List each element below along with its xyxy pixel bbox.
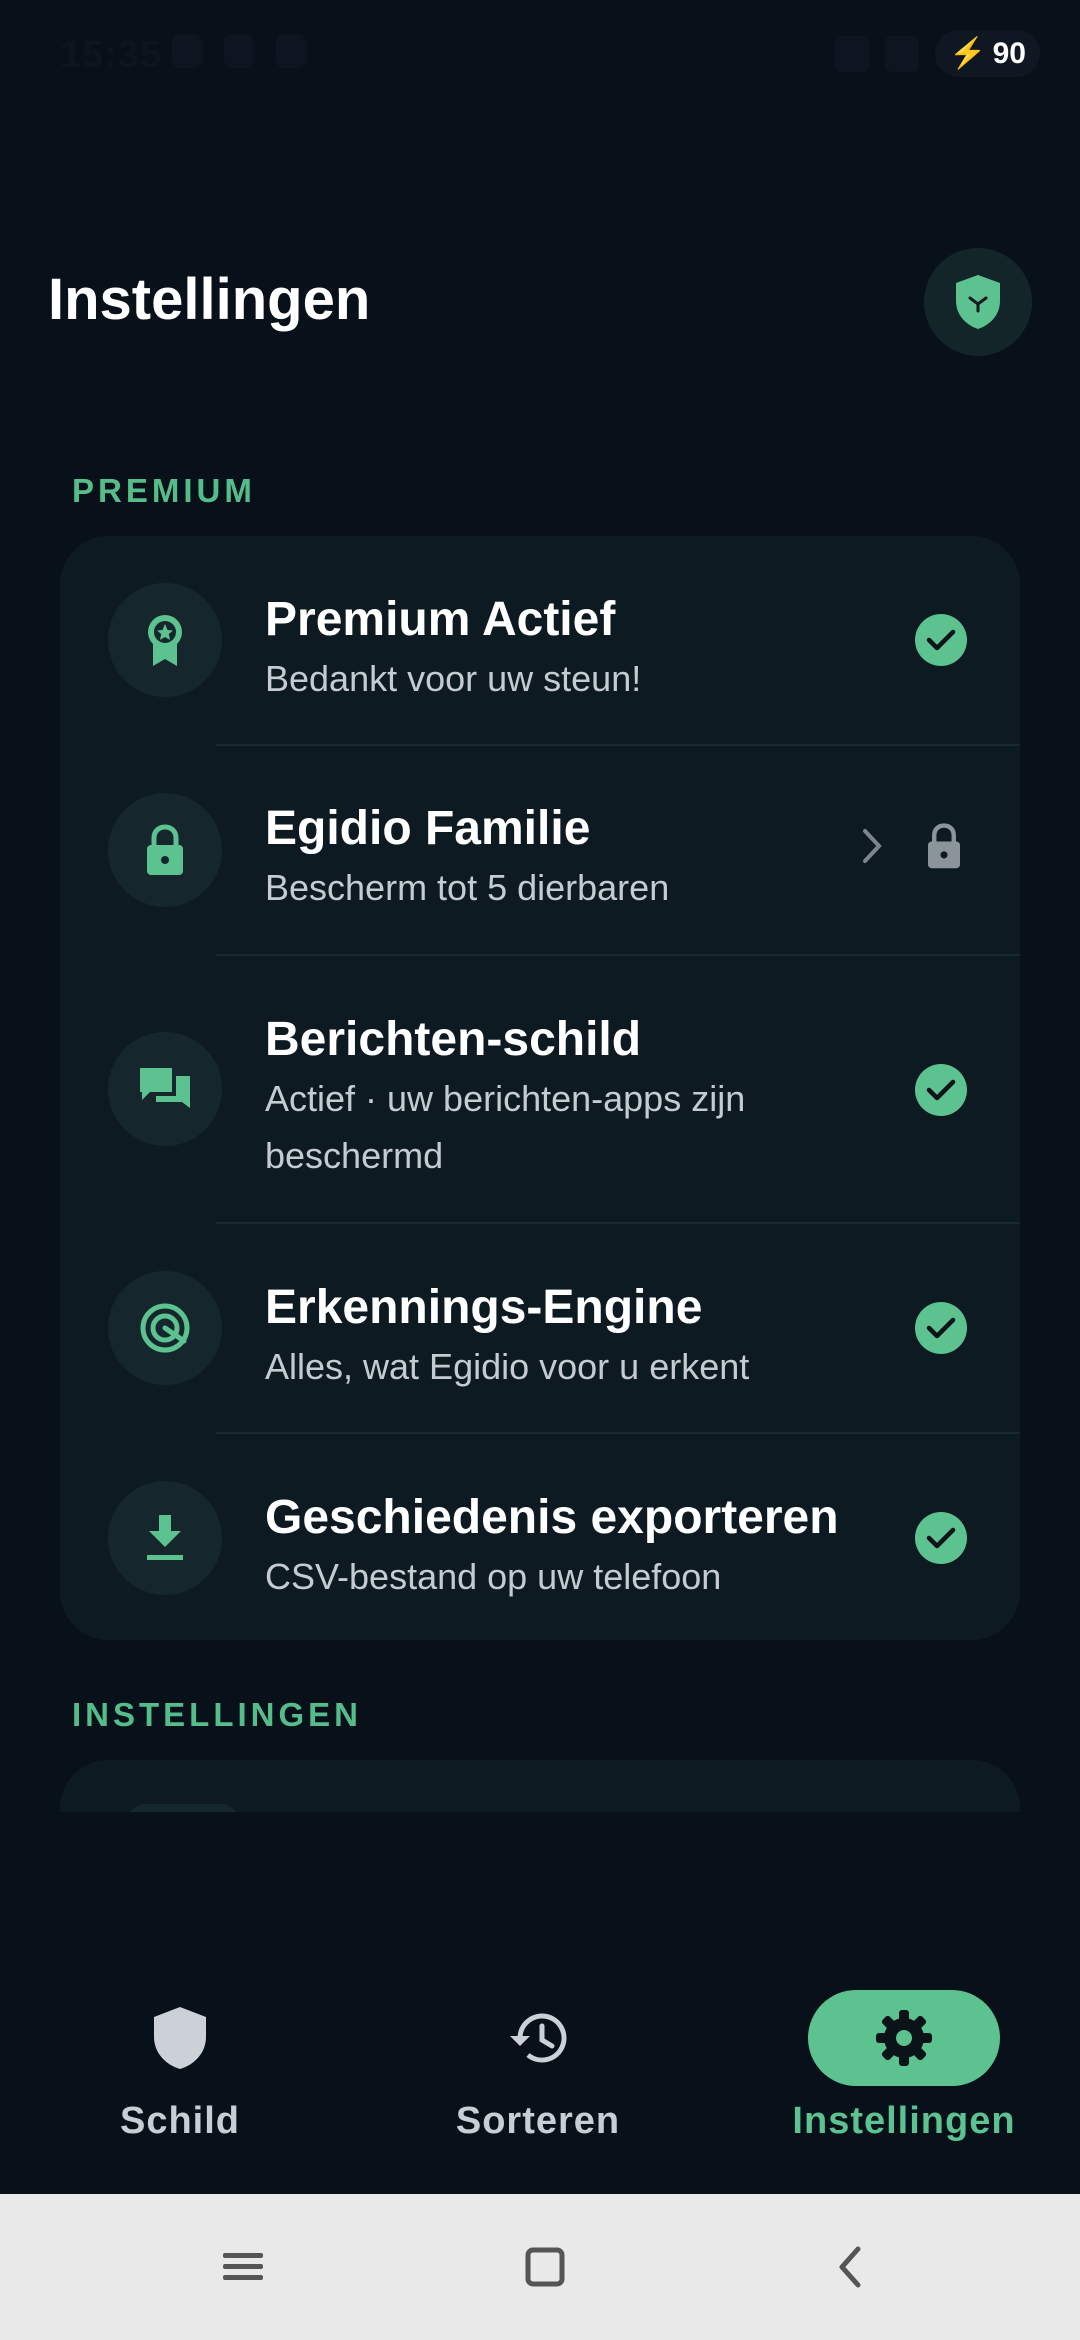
notification-icons (172, 34, 306, 68)
nav-label: Schild (119, 2100, 241, 2142)
nav-label: Instellingen (792, 2100, 1016, 2142)
check-icon (915, 614, 967, 666)
award-icon (108, 583, 222, 697)
status-time: 15:35 (60, 34, 163, 76)
shield-logo-button[interactable] (924, 248, 1032, 356)
history-icon (442, 1990, 634, 2086)
notification-icon (224, 34, 254, 68)
list-item-erkennings-engine[interactable]: Erkennings-Engine Alles, wat Egidio voor… (60, 1224, 1020, 1432)
list-item-egidio-familie[interactable]: Egidio Familie Bescherm tot 5 dierbaren (60, 746, 1020, 954)
gear-icon (808, 1990, 1000, 2086)
row-subtitle: CSV-bestand op uw telefoon (265, 1556, 722, 1597)
row-icon-peek (126, 1804, 240, 1812)
battery-level: 90 (992, 36, 1026, 70)
system-navigation-bar (0, 2194, 1080, 2340)
nav-item-schild[interactable]: Schild (0, 1990, 360, 2143)
list-item-berichten-schild[interactable]: Berichten-schild Actief · uw berichten-a… (60, 956, 1020, 1222)
nav-label: Sorteren (455, 2100, 621, 2142)
row-subtitle: Bescherm tot 5 dierbaren (265, 867, 670, 908)
row-subtitle: Alles, wat Egidio voor u erkent (265, 1346, 750, 1387)
notification-icon (172, 34, 202, 68)
back-button[interactable] (816, 2234, 882, 2300)
back-icon (839, 2246, 861, 2288)
target-icon (108, 1271, 222, 1385)
download-icon (108, 1481, 222, 1595)
settings-card (60, 1760, 1020, 1812)
wifi-icon (885, 35, 920, 72)
chat-icon (108, 1032, 222, 1146)
page-title: Instellingen (48, 267, 371, 332)
row-title: Egidio Familie (265, 802, 591, 855)
charging-icon: ⚡ (949, 37, 987, 70)
nav-item-instellingen[interactable]: Instellingen (724, 1990, 1080, 2143)
row-title: Berichten-schild (265, 1013, 642, 1066)
list-item-premium-actief[interactable]: Premium Actief Bedankt voor uw steun! (60, 536, 1020, 744)
home-button[interactable] (512, 2234, 578, 2300)
row-title: Geschiedenis exporteren (265, 1491, 839, 1544)
signal-icon (835, 35, 870, 72)
system-icons: ⚡ 90 (835, 30, 1040, 77)
check-icon (915, 1512, 967, 1564)
menu-icon (223, 2253, 263, 2280)
battery-indicator: ⚡ 90 (935, 30, 1040, 77)
chevron-right-icon (860, 826, 884, 871)
recent-apps-button[interactable] (210, 2234, 276, 2300)
bottom-navigation: Schild Sorteren Instellingen (0, 1960, 1080, 2194)
lock-status-icon (924, 822, 964, 875)
row-subtitle: Actief · uw berichten-apps zijn bescherm… (265, 1078, 746, 1176)
list-item-geschiedenis-exporteren[interactable]: Geschiedenis exporteren CSV-bestand op u… (60, 1434, 1020, 1640)
lock-icon (108, 793, 222, 907)
check-icon (915, 1302, 967, 1354)
row-title: Erkennings-Engine (265, 1281, 703, 1334)
status-bar: 15:35 ⚡ 90 (0, 0, 1080, 110)
check-icon (915, 1064, 967, 1116)
shield-logo-icon (956, 275, 1000, 329)
row-title: Premium Actief (265, 593, 616, 646)
notification-icon (276, 34, 306, 68)
premium-card: Premium Actief Bedankt voor uw steun! Eg… (60, 536, 1020, 1640)
nav-item-sorteren[interactable]: Sorteren (358, 1990, 718, 2143)
shield-icon (84, 1990, 276, 2086)
section-label-instellingen: INSTELLINGEN (72, 1696, 363, 1733)
section-label-premium: PREMIUM (72, 472, 256, 509)
square-icon (525, 2247, 565, 2287)
row-subtitle: Bedankt voor uw steun! (265, 658, 642, 699)
